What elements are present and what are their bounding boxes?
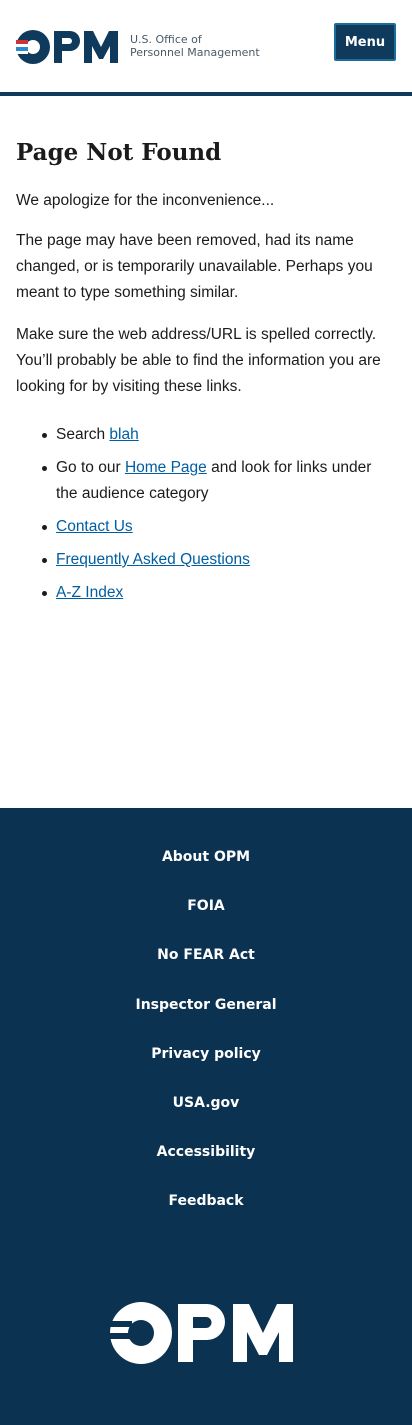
az-index-link[interactable]: A-Z Index	[56, 584, 123, 601]
search-prefix: Search	[56, 426, 110, 443]
contact-us-link[interactable]: Contact Us	[56, 518, 133, 535]
search-link[interactable]: blah	[109, 426, 138, 443]
footer-link-feedback[interactable]: Feedback	[0, 1188, 412, 1214]
list-item-faq: Frequently Asked Questions	[42, 547, 386, 573]
footer-link-foia[interactable]: FOIA	[0, 893, 412, 919]
home-prefix: Go to our	[56, 459, 125, 476]
list-item-az: A-Z Index	[42, 580, 386, 606]
logo-subtitle-line1: U.S. Office of	[130, 33, 202, 46]
list-item-home: Go to our Home Page and look for links u…	[42, 455, 386, 507]
page-title: Page Not Found	[16, 139, 222, 166]
main-content: Page Not Found We apologize for the inco…	[16, 138, 386, 613]
footer-nav: About OPM FOIA No FEAR Act Inspector Gen…	[0, 844, 412, 1238]
menu-button[interactable]: Menu	[334, 23, 396, 61]
footer-link-inspector-general[interactable]: Inspector General	[0, 992, 412, 1018]
url-paragraph: Make sure the web address/URL is spelled…	[16, 326, 381, 395]
home-page-link[interactable]: Home Page	[125, 459, 207, 476]
help-links-list: Search blah Go to our Home Page and look…	[16, 422, 386, 606]
footer-link-about[interactable]: About OPM	[0, 844, 412, 870]
faq-link[interactable]: Frequently Asked Questions	[56, 551, 250, 568]
site-footer: About OPM FOIA No FEAR Act Inspector Gen…	[0, 808, 412, 1425]
removed-paragraph: The page may have been removed, had its …	[16, 232, 373, 301]
footer-link-accessibility[interactable]: Accessibility	[0, 1139, 412, 1165]
footer-link-privacy[interactable]: Privacy policy	[0, 1041, 412, 1067]
logo-subtitle: U.S. Office of Personnel Management	[130, 33, 280, 59]
intro-text: We apologize for the inconvenience...	[16, 192, 275, 209]
footer-link-usagov[interactable]: USA.gov	[0, 1090, 412, 1116]
list-item-search: Search blah	[42, 422, 386, 448]
opm-logo-icon	[16, 30, 118, 64]
list-item-contact: Contact Us	[42, 514, 386, 540]
footer-link-no-fear[interactable]: No FEAR Act	[0, 942, 412, 968]
site-header: U.S. Office of Personnel Management Menu	[0, 0, 412, 96]
logo-subtitle-line2: Personnel Management	[130, 46, 260, 59]
opm-footer-logo-icon	[110, 1302, 293, 1364]
